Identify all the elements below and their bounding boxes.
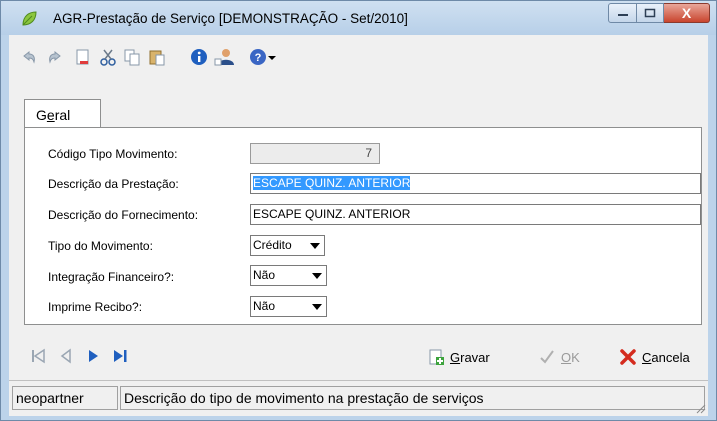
maximize-icon (644, 8, 656, 18)
next-record-icon[interactable] (84, 347, 102, 365)
ok-label: OK (561, 349, 580, 365)
descricao-prestacao-value: ESCAPE QUINZ. ANTERIOR (253, 176, 411, 190)
form-panel: Código Tipo Movimento: 7 Descrição da Pr… (24, 127, 702, 325)
descricao-fornecimento-label: Descrição do Fornecimento: (48, 208, 199, 222)
maximize-button[interactable] (637, 3, 664, 23)
minimize-icon (617, 14, 628, 16)
gravar-label: Gravar (450, 349, 490, 365)
tipo-movimento-label: Tipo do Movimento: (48, 239, 153, 253)
help-icon[interactable]: ? (249, 48, 267, 66)
ok-button[interactable]: OK (538, 346, 580, 368)
chevron-down-icon (312, 304, 322, 310)
status-user: neopartner (12, 386, 118, 410)
status-hint: Descrição do tipo de movimento na presta… (120, 386, 705, 410)
imprime-recibo-label: Imprime Recibo?: (48, 300, 143, 314)
title-bar[interactable]: AGR-Prestação de Serviço [DEMONSTRAÇÃO -… (1, 1, 716, 35)
paste-icon[interactable] (148, 48, 166, 66)
resize-grip-icon[interactable] (694, 402, 706, 414)
navigation-bar: Gravar OK Cancela (9, 338, 708, 374)
redo-icon[interactable] (46, 48, 64, 66)
descricao-prestacao-field[interactable]: ESCAPE QUINZ. ANTERIOR (250, 173, 701, 194)
app-window: AGR-Prestação de Serviço [DEMONSTRAÇÃO -… (0, 0, 717, 421)
cancela-label: Cancela (642, 349, 690, 365)
imprime-recibo-select[interactable]: Não (250, 296, 327, 317)
previous-record-icon[interactable] (57, 347, 75, 365)
tab-geral-label: Geral (36, 107, 71, 123)
close-button[interactable]: X (664, 3, 710, 23)
descricao-fornecimento-field[interactable]: ESCAPE QUINZ. ANTERIOR (250, 204, 701, 225)
gravar-button[interactable]: Gravar (427, 346, 490, 368)
cancela-button[interactable]: Cancela (619, 346, 690, 368)
cancel-x-icon (620, 349, 636, 365)
copy-icon[interactable] (123, 48, 141, 66)
info-icon[interactable] (190, 48, 208, 66)
leaf-app-icon (22, 11, 37, 26)
window-title: AGR-Prestação de Serviço [DEMONSTRAÇÃO -… (53, 11, 408, 26)
integracao-financeiro-select[interactable]: Não (250, 265, 327, 286)
user-icon[interactable] (214, 48, 236, 66)
svg-text:?: ? (255, 52, 262, 64)
save-icon (429, 349, 444, 365)
status-bar: neopartner Descrição do tipo de moviment… (9, 380, 708, 416)
imprime-recibo-value: Não (253, 299, 276, 313)
descricao-prestacao-label: Descrição da Prestação: (48, 177, 179, 191)
integracao-financeiro-label: Integração Financeiro?: (48, 270, 175, 284)
client-area: ? Geral Código Tipo Movimento: 7 Descriç… (9, 35, 708, 416)
chevron-down-icon (310, 243, 320, 249)
chevron-down-icon (312, 273, 322, 279)
toolbar: ? (9, 35, 708, 75)
codigo-label: Código Tipo Movimento: (48, 147, 178, 161)
last-record-icon[interactable] (111, 347, 129, 365)
tipo-movimento-value: Crédito (253, 238, 292, 252)
new-document-icon[interactable] (74, 48, 92, 66)
tipo-movimento-select[interactable]: Crédito (250, 235, 325, 256)
cut-icon[interactable] (99, 48, 117, 66)
minimize-button[interactable] (608, 3, 637, 23)
first-record-icon[interactable] (29, 347, 47, 365)
window-controls: X (608, 3, 710, 25)
undo-icon[interactable] (20, 48, 38, 66)
tab-geral[interactable]: Geral (24, 99, 101, 128)
dropdown-arrow-icon[interactable] (267, 48, 277, 66)
checkmark-icon (540, 350, 554, 364)
tab-strip: Geral (9, 95, 708, 128)
integracao-financeiro-value: Não (253, 268, 276, 282)
codigo-field[interactable]: 7 (250, 143, 380, 164)
close-icon: X (681, 5, 692, 21)
